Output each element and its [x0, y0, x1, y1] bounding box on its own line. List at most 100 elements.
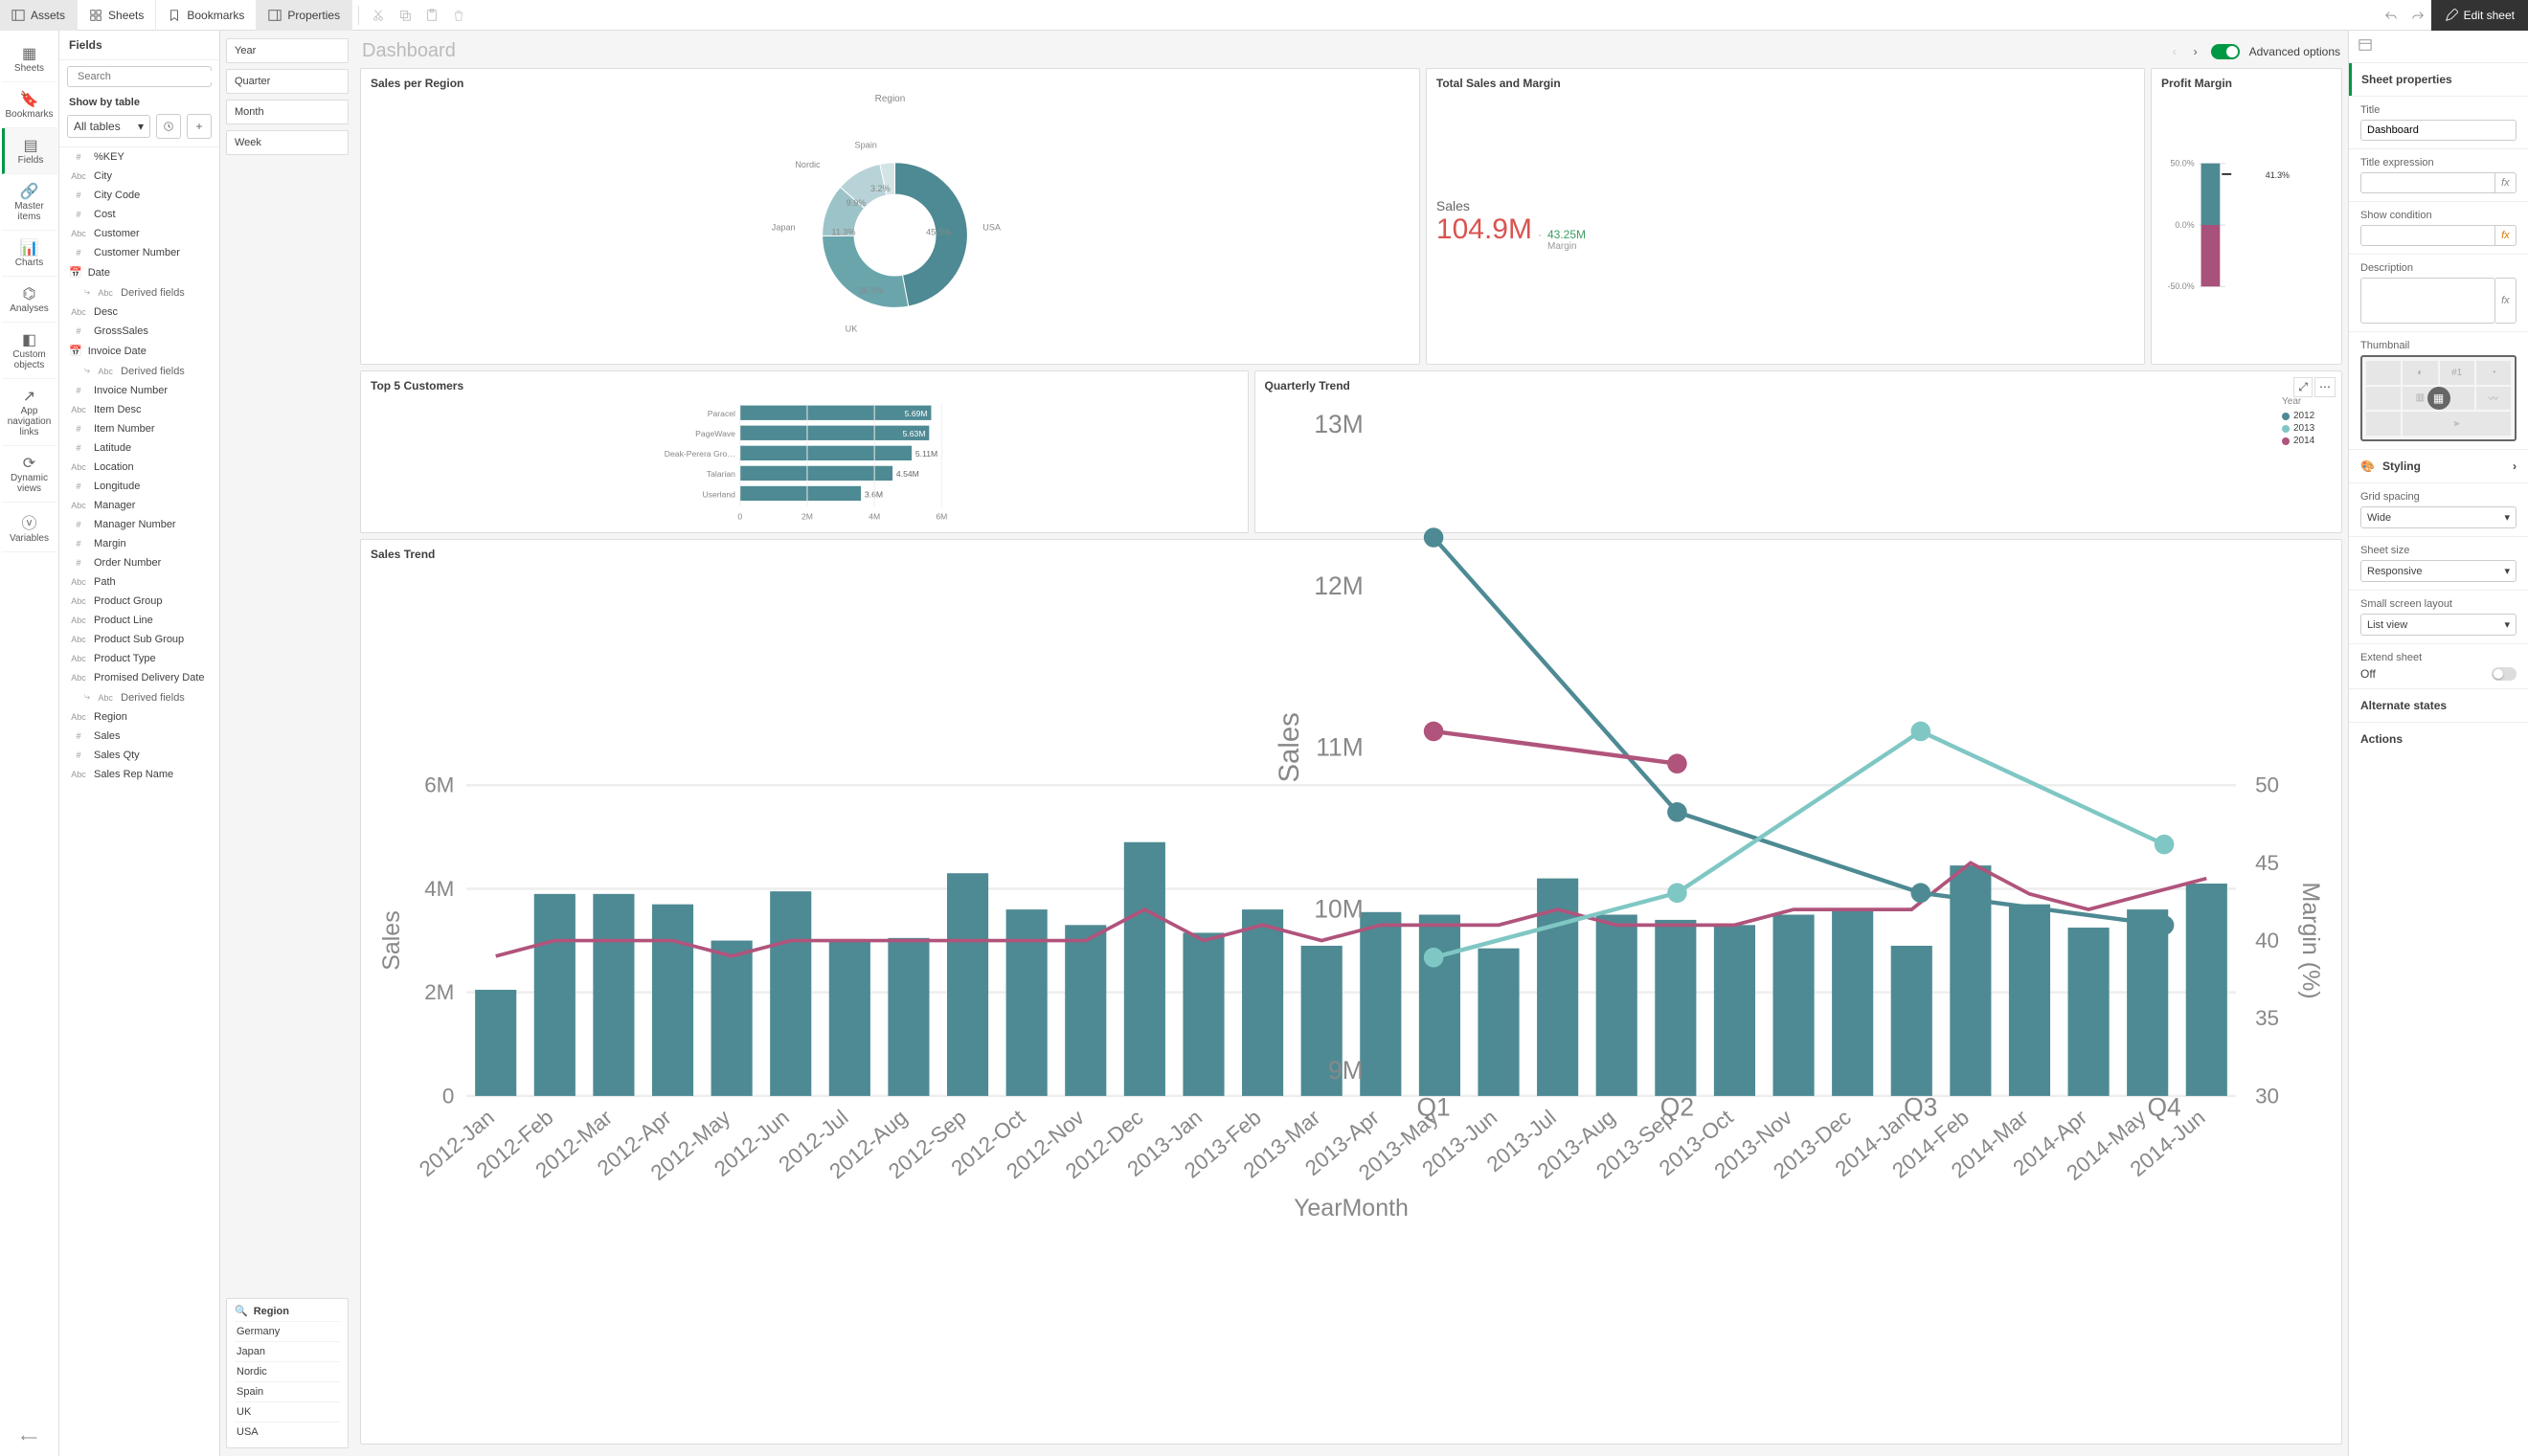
table-select[interactable]: All tables▾ — [67, 115, 150, 138]
tab-sheets[interactable]: Sheets — [78, 0, 156, 31]
field-item[interactable]: #GrossSales — [59, 322, 219, 341]
tab-properties[interactable]: Properties — [257, 0, 352, 31]
field-item[interactable]: #Margin — [59, 534, 219, 553]
styling-section[interactable]: 🎨Styling› — [2349, 449, 2528, 482]
field-item[interactable]: AbcProduct Group — [59, 592, 219, 611]
rail-bookmarks[interactable]: 🔖Bookmarks — [2, 82, 57, 128]
next-sheet-icon[interactable]: › — [2190, 41, 2201, 62]
small-layout-select[interactable]: List view▾ — [2360, 614, 2517, 636]
copy-icon[interactable] — [392, 0, 418, 31]
field-item[interactable]: #%KEY — [59, 147, 219, 167]
profit-margin-chart[interactable]: Profit Margin -50.0%0.0%50.0%41.3% — [2151, 68, 2342, 365]
filter-button[interactable] — [156, 114, 181, 139]
rail-custom-objects[interactable]: ◧Custom objects — [2, 323, 57, 379]
field-item[interactable]: #City Code — [59, 186, 219, 205]
cut-icon[interactable] — [365, 0, 392, 31]
fields-search-input[interactable] — [78, 71, 214, 82]
collapse-rail-icon[interactable]: ⟵ — [10, 1420, 49, 1456]
field-item[interactable]: AbcProduct Line — [59, 611, 219, 630]
field-item[interactable]: #Latitude — [59, 438, 219, 458]
region-option[interactable]: Nordic — [235, 1361, 340, 1381]
top5-customers-chart[interactable]: Top 5 Customers Paracel5.69MPageWave5.63… — [360, 370, 1249, 533]
field-item[interactable]: AbcProduct Sub Group — [59, 630, 219, 649]
field-item[interactable]: #Cost — [59, 205, 219, 224]
fields-search[interactable] — [67, 66, 212, 87]
rail-analyses[interactable]: ⌬Analyses — [2, 277, 57, 323]
field-item[interactable]: AbcPath — [59, 572, 219, 592]
field-item[interactable]: #Sales Qty — [59, 746, 219, 765]
grid-spacing-select[interactable]: Wide▾ — [2360, 506, 2517, 528]
fx-button[interactable]: fx — [2495, 278, 2517, 324]
field-item[interactable]: AbcCustomer — [59, 224, 219, 243]
region-option[interactable]: Germany — [235, 1321, 340, 1341]
sheet-size-select[interactable]: Responsive▾ — [2360, 560, 2517, 582]
field-item[interactable]: AbcManager — [59, 496, 219, 515]
title-expr-input[interactable] — [2360, 172, 2495, 193]
filter-month[interactable]: Month — [226, 100, 349, 124]
prev-sheet-icon[interactable]: ‹ — [2169, 41, 2180, 62]
filter-region[interactable]: 🔍RegionGermanyJapanNordicSpainUKUSA — [226, 1298, 349, 1448]
field-item[interactable]: AbcRegion — [59, 707, 219, 727]
field-item[interactable]: ⤷ Abc Derived fields — [59, 361, 219, 381]
show-cond-input[interactable] — [2360, 225, 2495, 246]
redo-icon[interactable] — [2404, 0, 2431, 31]
tab-assets[interactable]: Assets — [0, 0, 78, 31]
alt-states-section[interactable]: Alternate states — [2349, 688, 2528, 722]
field-item[interactable]: #Item Number — [59, 419, 219, 438]
sales-per-region-chart[interactable]: Sales per Region Region USA45.5%UK26.9%J… — [360, 68, 1420, 365]
more-icon[interactable]: ⋯ — [2314, 377, 2336, 397]
rail-dynamic-views[interactable]: ⟳Dynamic views — [2, 446, 57, 503]
field-item[interactable]: #Order Number — [59, 553, 219, 572]
field-item[interactable]: #Manager Number — [59, 515, 219, 534]
tab-bookmarks[interactable]: Bookmarks — [156, 0, 257, 31]
field-item[interactable]: #Customer Number — [59, 243, 219, 262]
rail-app-navigation-links[interactable]: ↗App navigation links — [2, 379, 57, 446]
extend-toggle[interactable] — [2492, 667, 2517, 681]
fx-button[interactable]: fx — [2495, 225, 2517, 246]
field-item[interactable]: 📅Invoice Date — [59, 341, 219, 361]
image-icon: ▦ — [2427, 387, 2450, 410]
field-item[interactable]: #Longitude — [59, 477, 219, 496]
field-item[interactable]: AbcLocation — [59, 458, 219, 477]
kpi-card[interactable]: Total Sales and Margin Sales 104.9M · 43… — [1426, 68, 2145, 365]
filter-quarter[interactable]: Quarter — [226, 69, 349, 94]
filter-year[interactable]: Year — [226, 38, 349, 63]
filter-week[interactable]: Week — [226, 130, 349, 155]
region-option[interactable]: Spain — [235, 1381, 340, 1401]
field-item[interactable]: AbcSales Rep Name — [59, 765, 219, 784]
description-input[interactable] — [2360, 278, 2495, 324]
add-field-button[interactable]: + — [187, 114, 212, 139]
expand-icon[interactable]: ⤢ — [2293, 377, 2313, 397]
actions-section[interactable]: Actions — [2349, 722, 2528, 755]
thumbnail[interactable]: ◐#1◔ ▥〰 ⫸ ▦ — [2360, 355, 2517, 441]
undo-icon[interactable] — [2378, 0, 2404, 31]
region-option[interactable]: USA — [235, 1422, 340, 1442]
svg-text:2M: 2M — [801, 511, 813, 521]
edit-sheet-button[interactable]: Edit sheet — [2431, 0, 2528, 31]
delete-icon[interactable] — [445, 0, 472, 31]
field-item[interactable]: AbcPromised Delivery Date — [59, 668, 219, 687]
svg-text:Talarian: Talarian — [707, 469, 735, 479]
sheet-title-input[interactable] — [2360, 120, 2517, 141]
quarterly-legend: Year201220132014 — [2282, 396, 2332, 1154]
rail-fields[interactable]: ▤Fields — [2, 128, 57, 174]
rail-variables[interactable]: ⓥVariables — [2, 503, 57, 552]
paste-icon[interactable] — [418, 0, 445, 31]
field-item[interactable]: ⤷ Abc Derived fields — [59, 282, 219, 302]
field-item[interactable]: AbcDesc — [59, 302, 219, 322]
field-item[interactable]: ⤷ Abc Derived fields — [59, 687, 219, 707]
field-item[interactable]: #Invoice Number — [59, 381, 219, 400]
rail-master-items[interactable]: 🔗Master items — [2, 174, 57, 231]
rail-charts[interactable]: 📊Charts — [2, 231, 57, 277]
fx-button[interactable]: fx — [2495, 172, 2517, 193]
field-item[interactable]: 📅Date — [59, 262, 219, 282]
rail-sheets[interactable]: ▦Sheets — [2, 36, 57, 82]
advanced-toggle[interactable] — [2211, 44, 2240, 59]
field-item[interactable]: AbcItem Desc — [59, 400, 219, 419]
field-item[interactable]: AbcCity — [59, 167, 219, 186]
field-item[interactable]: #Sales — [59, 727, 219, 746]
quarterly-trend-chart[interactable]: ⤢ ⋯ Quarterly Trend 9M10M11M12M13MQ1Q2Q3… — [1254, 370, 2342, 533]
field-item[interactable]: AbcProduct Type — [59, 649, 219, 668]
region-option[interactable]: UK — [235, 1401, 340, 1422]
region-option[interactable]: Japan — [235, 1341, 340, 1361]
